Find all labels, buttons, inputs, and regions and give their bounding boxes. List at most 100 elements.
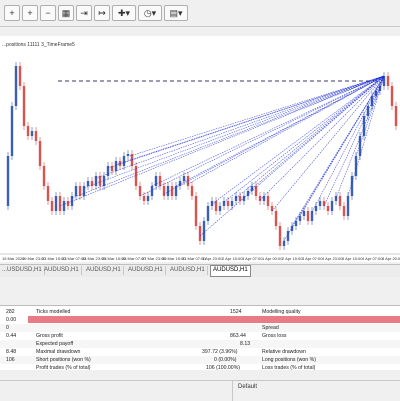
candle-body: [170, 186, 174, 196]
candle-body: [166, 186, 170, 196]
candle-body: [198, 226, 202, 241]
time-tick-label: 4 Apr 07:00: [362, 256, 383, 261]
zoom-out-icon[interactable]: −: [40, 5, 56, 21]
candle-body: [274, 211, 278, 226]
trade-line: [235, 75, 385, 199]
crosshair-icon[interactable]: +: [4, 5, 20, 21]
candle-body: [50, 201, 54, 211]
trade-line: [347, 75, 385, 197]
candle-body: [38, 141, 42, 166]
candle-body: [234, 196, 238, 201]
trade-line: [95, 75, 385, 179]
trade-line: [211, 75, 385, 205]
candle-body: [66, 201, 70, 206]
candle-body: [98, 176, 102, 186]
candle-body: [150, 186, 154, 196]
strategy-report: 282 Ticks modelled 1524 Modelling qualit…: [0, 305, 400, 371]
report-row: 0 Spread: [0, 324, 400, 332]
candle-body: [238, 196, 242, 201]
candle-body: [278, 226, 282, 246]
chart-title: ...positions 11111 3_TimeFrame5: [2, 42, 75, 48]
trade-line: [335, 75, 385, 199]
candle-body: [206, 206, 210, 221]
candle-body: [190, 186, 194, 196]
candle-body: [218, 206, 222, 211]
indicators-menu-icon[interactable]: ✚▾: [112, 5, 136, 21]
candle-body: [122, 156, 126, 166]
candle-body: [10, 106, 14, 156]
candle-body: [54, 196, 58, 211]
candle-body: [258, 196, 262, 201]
chart-shift-icon[interactable]: ⇥: [76, 5, 92, 21]
tab-chart-2[interactable]: AUDUSD,H1: [42, 266, 82, 275]
zoom-in-icon[interactable]: +: [22, 5, 38, 21]
candle-body: [30, 131, 34, 136]
candle-body: [22, 86, 26, 126]
candle-body: [306, 211, 310, 221]
candle-body: [46, 186, 50, 201]
candle-body: [334, 196, 338, 201]
chart-canvas: ...positions 11111 3_TimeFrame5 15 Mar 2…: [0, 42, 400, 261]
candle-body: [26, 126, 30, 136]
candle-body: [6, 156, 10, 206]
report-row: 0.00: [6, 317, 17, 323]
candle-body: [138, 186, 142, 196]
tab-chart-1[interactable]: ...USDUSD,H1: [0, 266, 45, 275]
trade-line: [151, 75, 385, 187]
report-row: 0.44 Gross profit 863.44 Gross loss: [6, 333, 287, 339]
trade-line: [175, 75, 385, 187]
tile-windows-icon[interactable]: ▦: [58, 5, 74, 21]
candle-body: [74, 186, 78, 196]
candle-body: [162, 186, 166, 196]
candle-body: [298, 216, 302, 221]
candle-body: [386, 76, 390, 86]
candle-body: [86, 181, 90, 186]
candle-body: [310, 211, 314, 221]
time-tick-label: 4 Apr 23:00: [322, 256, 343, 261]
candle-body: [318, 201, 322, 206]
time-tick-label: 3 Apr 07:00: [242, 256, 263, 261]
time-axis: 15 Mar 202019 Mar 23:0021 Mar 15:0023 Ma…: [0, 253, 400, 261]
tab-chart-5[interactable]: AUDUSD,H1: [168, 266, 208, 275]
report-row: 106 Short positions (won %) 0 (0.00%) Lo…: [0, 356, 400, 364]
candle-body: [302, 211, 306, 216]
candle-body: [114, 161, 118, 171]
candle-body: [390, 86, 394, 106]
candle-body: [58, 196, 62, 211]
candle-body: [242, 196, 246, 201]
candle-body: [290, 226, 294, 231]
candle-body: [262, 196, 266, 201]
tab-chart-4[interactable]: AUDUSD,H1: [126, 266, 166, 275]
time-tick-label: 2 Apr 15:00: [222, 256, 243, 261]
time-tick-label: 1 Apr 23:00: [202, 256, 223, 261]
trade-line: [117, 75, 385, 165]
templates-menu-icon[interactable]: ▤▾: [164, 5, 188, 21]
candle-body: [230, 201, 234, 206]
time-tick-label: 2 Apr 15:00: [282, 256, 303, 261]
tab-chart-active[interactable]: AUDUSD,H1: [210, 265, 251, 277]
tab-chart-3[interactable]: AUDUSD,H1: [84, 266, 124, 275]
report-row: Expected payoff 8.13: [0, 340, 400, 348]
candle-body: [342, 206, 346, 216]
status-bar: Default: [0, 380, 400, 401]
candle-body: [126, 154, 130, 156]
candle-body: [182, 176, 186, 181]
trade-line: [83, 75, 385, 189]
candle-body: [158, 176, 162, 186]
candle-body: [202, 221, 206, 241]
periods-menu-icon[interactable]: ◷▾: [138, 5, 162, 21]
candle-body: [326, 206, 330, 211]
trade-line: [299, 75, 385, 217]
price-chart[interactable]: ...positions 11111 3_TimeFrame5 15 Mar 2…: [0, 36, 400, 262]
candle-body: [146, 196, 150, 201]
report-row: 8.48 Maximal drawdown 397.72 (3.96%) Rel…: [6, 349, 306, 355]
chart-tabs: ...USDUSD,H1 AUDUSD,H1 AUDUSD,H1 AUDUSD,…: [0, 264, 400, 278]
trade-lines: [59, 75, 385, 242]
candle-body: [62, 201, 66, 211]
candle-body: [142, 196, 146, 201]
time-tick-label: 1 Apr 00:00: [262, 256, 283, 261]
candle-body: [266, 196, 270, 206]
autoscroll-icon[interactable]: ↦: [94, 5, 110, 21]
panel-gap: [0, 277, 400, 305]
profile-label: Default: [238, 384, 258, 390]
